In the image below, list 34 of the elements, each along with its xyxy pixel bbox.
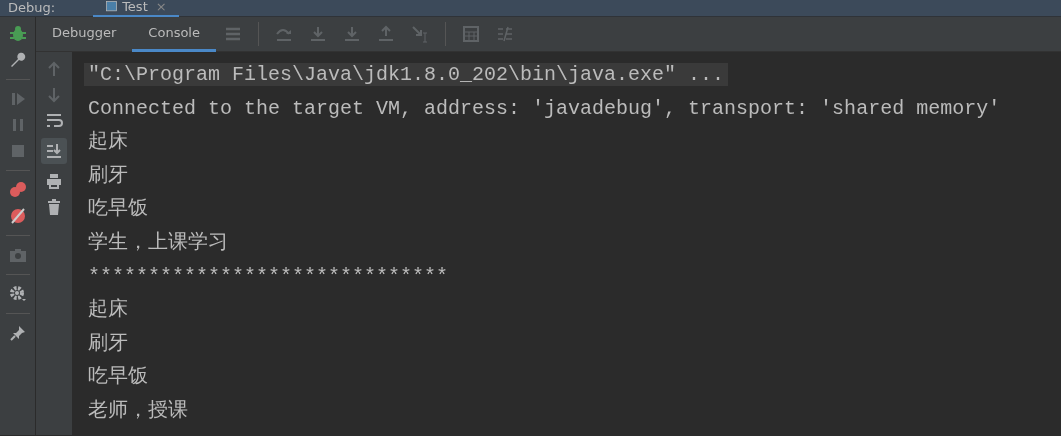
settings-icon[interactable] xyxy=(8,285,27,303)
soft-wrap-icon[interactable] xyxy=(45,112,63,130)
console-output: 老师，授课 xyxy=(88,398,188,422)
console-output: ****************************** xyxy=(88,264,449,288)
mute-breakpoints-icon[interactable] xyxy=(8,207,27,225)
tool-tab[interactable]: Debugger xyxy=(36,16,133,52)
calculator-icon[interactable] xyxy=(461,25,480,43)
tab-label: Test xyxy=(122,0,148,15)
console-output: 学生，上课学习 xyxy=(88,230,228,254)
camera-icon[interactable] xyxy=(8,246,27,264)
print-icon[interactable] xyxy=(45,172,63,190)
console-output: 刷牙 xyxy=(88,163,128,187)
bug-icon[interactable] xyxy=(8,25,27,43)
scroll-to-end-icon xyxy=(45,142,63,160)
console-output: Connected to the target VM, address: 'javadebug', transport: 'shared memory' xyxy=(88,96,1001,120)
scroll-to-end-toggle[interactable] xyxy=(41,138,67,164)
console-output: 起床 xyxy=(88,298,128,322)
console-output: 吃早饭 xyxy=(88,197,148,221)
step-into-icon[interactable] xyxy=(308,25,327,43)
trace-icon[interactable] xyxy=(495,25,514,43)
console-output: 起床 xyxy=(88,130,128,154)
step-out-icon[interactable] xyxy=(376,25,395,43)
run-to-cursor-icon[interactable] xyxy=(410,25,429,43)
arrow-down-icon[interactable] xyxy=(45,86,63,104)
tool-tab[interactable]: Console xyxy=(132,16,216,52)
console-output: 刷牙 xyxy=(88,331,128,355)
breakpoints-icon[interactable] xyxy=(8,181,27,199)
menu-icon[interactable] xyxy=(223,25,242,43)
console-output: 吃早饭 xyxy=(88,365,148,389)
panel-label: Debug: xyxy=(8,0,56,16)
trash-icon[interactable] xyxy=(45,198,63,216)
window-icon xyxy=(105,0,119,13)
force-step-into-icon[interactable] xyxy=(342,25,361,43)
pin-icon[interactable] xyxy=(8,324,27,342)
